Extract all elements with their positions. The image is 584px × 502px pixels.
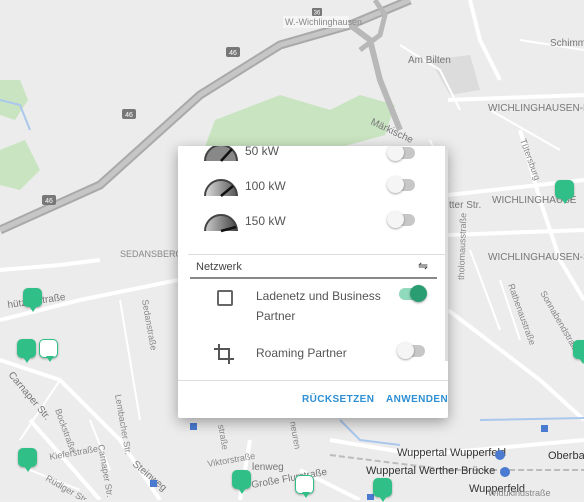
- toggle-ladenetz[interactable]: [399, 285, 427, 302]
- power-label-50: 50 kW: [245, 146, 280, 158]
- bus-stop-icon: [150, 480, 157, 487]
- network-option-label-ladenetz-line2: Partner: [256, 309, 296, 323]
- section-title-underline: [190, 277, 437, 279]
- map-label-am-bilten: Am Bilten: [408, 55, 451, 66]
- checkbox-outline-icon[interactable]: [217, 290, 233, 306]
- charging-station-marker-available[interactable]: [39, 339, 58, 362]
- highway-label-46b: 46: [125, 112, 133, 119]
- speedometer-icon: [204, 214, 238, 233]
- map-label-wichlinghausen-sued: WICHLINGHAUSEN-SÜD: [488, 251, 584, 263]
- network-option-label-ladenetz: Ladenetz und Business: [256, 289, 381, 303]
- power-label-150: 150 kW: [245, 214, 286, 228]
- bus-stop-icon: [190, 423, 197, 430]
- toggle-100kw[interactable]: [387, 176, 415, 193]
- map-label-wuppertal-wupperfeld: Wuppertal Wupperfeld: [397, 447, 506, 459]
- power-filter-row-100[interactable]: 100 kW: [178, 171, 448, 201]
- charging-station-marker[interactable]: [23, 288, 42, 312]
- crop-icon: [214, 344, 234, 364]
- map-label-schimmel: Schimme: [550, 38, 584, 49]
- swap-arrows-icon[interactable]: ⇋: [418, 259, 428, 273]
- map-label-lenweg: lenweg: [252, 462, 284, 473]
- highway-label-46c: 46: [45, 198, 53, 205]
- footer-divider: [178, 380, 448, 381]
- map-label-sedansberg: SEDANSBERG: [120, 249, 183, 259]
- highway-label-46: 46: [229, 50, 237, 57]
- network-section-title: Netzwerk: [196, 261, 242, 273]
- network-option-label-roaming: Roaming Partner: [256, 346, 347, 360]
- toggle-roaming[interactable]: [397, 342, 425, 359]
- section-divider: [188, 254, 447, 255]
- power-filter-row-50[interactable]: 50 kW: [178, 146, 448, 166]
- speedometer-icon: [204, 146, 238, 162]
- train-station-icon: [495, 450, 505, 460]
- map-label-w-wichlinghausen: W.-Wichlinghausen: [285, 17, 362, 27]
- map-label-wuppertal-werther: Wuppertal Werther Brücke: [366, 465, 495, 477]
- charging-station-marker[interactable]: [232, 470, 251, 494]
- road-label-36: 36: [314, 11, 321, 17]
- speedometer-icon: [204, 179, 238, 197]
- map-label-oberbarmen: Oberban: [548, 450, 584, 462]
- map-label-wichlinghausen-nord: WICHLINGHAUSEN-N: [488, 103, 584, 114]
- charging-station-marker[interactable]: [555, 180, 574, 204]
- map-label-tter-str: tter Str.: [449, 200, 481, 211]
- charging-station-marker[interactable]: [18, 448, 37, 472]
- charging-station-marker[interactable]: [17, 339, 36, 363]
- power-filter-row-150[interactable]: 150 kW: [178, 206, 448, 236]
- apply-button[interactable]: ANWENDEN: [386, 394, 448, 405]
- bus-stop-icon: [541, 425, 548, 432]
- train-station-icon: [500, 467, 510, 477]
- power-label-100: 100 kW: [245, 179, 286, 193]
- toggle-150kw[interactable]: [387, 211, 415, 228]
- charging-station-marker-available[interactable]: [295, 475, 314, 498]
- map-label-widukindstrasse: Widukindstraße: [488, 488, 551, 498]
- reset-button[interactable]: RÜCKSETZEN: [302, 394, 374, 405]
- toggle-50kw[interactable]: [387, 146, 415, 161]
- charging-station-marker[interactable]: [373, 478, 392, 502]
- charging-station-marker[interactable]: [573, 340, 584, 364]
- filter-panel: 50 kW 100 kW 150 kW Netzwerk ⇋ Ladenetz …: [178, 146, 448, 418]
